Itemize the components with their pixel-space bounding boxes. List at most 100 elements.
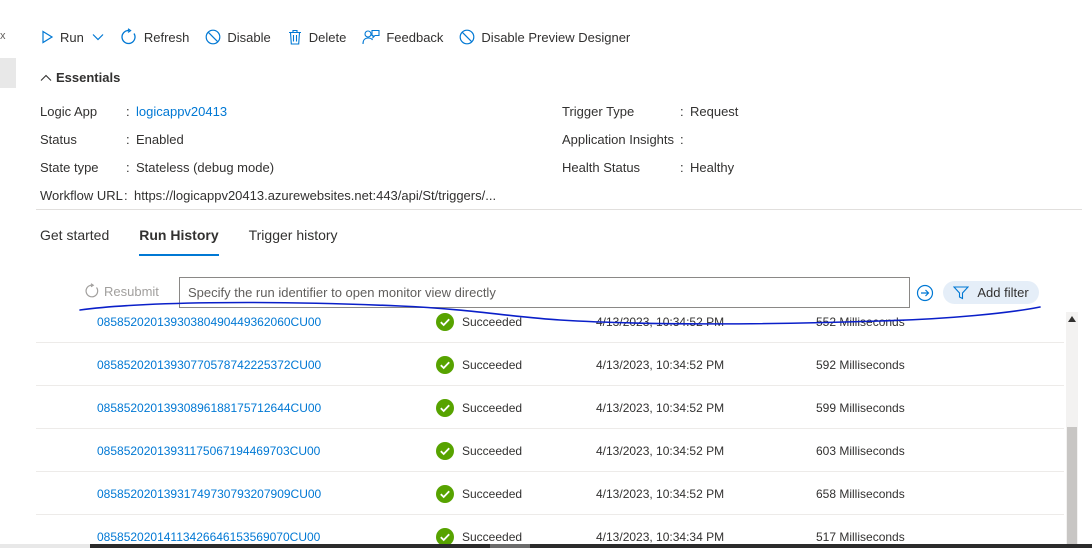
feedback-button[interactable]: Feedback bbox=[362, 24, 443, 50]
essentials-colon: : bbox=[124, 187, 128, 203]
essentials-value: Request bbox=[690, 103, 739, 119]
run-duration: 658 Milliseconds bbox=[816, 486, 905, 501]
success-check-icon bbox=[436, 312, 454, 331]
run-id-link[interactable]: 08585202013931749730793207909CU00 bbox=[97, 472, 321, 515]
table-row[interactable]: 08585202013931749730793207909CU00 Succee… bbox=[36, 472, 1064, 515]
taskbar bbox=[0, 544, 1092, 548]
add-filter-label: Add filter bbox=[977, 285, 1029, 300]
essentials-title: Essentials bbox=[56, 70, 121, 85]
disable-preview-designer-button[interactable]: Disable Preview Designer bbox=[459, 24, 630, 50]
run-id-link[interactable]: 08585202013930770578742225372CU00 bbox=[97, 343, 321, 386]
run-duration: 592 Milliseconds bbox=[816, 357, 905, 372]
resubmit-button[interactable]: Resubmit bbox=[84, 283, 159, 299]
tab-run-history[interactable]: Run History bbox=[139, 218, 219, 256]
essentials-colon: : bbox=[680, 103, 684, 119]
tab-trigger-history[interactable]: Trigger history bbox=[249, 218, 338, 252]
run-status-label: Succeeded bbox=[462, 314, 523, 329]
left-panel: x bbox=[0, 0, 18, 548]
essentials-toggle[interactable]: Essentials bbox=[40, 70, 120, 85]
filter-icon bbox=[953, 285, 970, 299]
delete-button[interactable]: Delete bbox=[287, 24, 347, 50]
run-start-time: 4/13/2023, 10:34:52 PM bbox=[596, 357, 725, 372]
navigate-arrow-icon[interactable] bbox=[916, 284, 934, 302]
essentials-label: Application Insights bbox=[562, 131, 675, 147]
run-identifier-input[interactable] bbox=[188, 285, 901, 300]
play-icon bbox=[42, 30, 54, 44]
refresh-label: Refresh bbox=[143, 29, 190, 45]
run-label: Run bbox=[60, 29, 84, 45]
taskbar-segment bbox=[0, 544, 90, 548]
disable-button[interactable]: Disable bbox=[205, 24, 271, 50]
close-icon[interactable]: x bbox=[0, 30, 6, 42]
run-id-link[interactable]: 08585202013930380490449362060CU00 bbox=[97, 310, 321, 343]
essentials-value: Stateless (debug mode) bbox=[136, 159, 275, 175]
run-status: Succeeded bbox=[436, 429, 522, 472]
essentials-row-state-type: State type : Stateless (debug mode) bbox=[40, 158, 274, 176]
trash-icon bbox=[288, 29, 301, 45]
run-status-label: Succeeded bbox=[462, 400, 523, 415]
run-status: Succeeded bbox=[436, 472, 522, 515]
refresh-icon bbox=[121, 28, 136, 45]
left-panel-selected-item[interactable] bbox=[0, 58, 16, 88]
essentials-label: Health Status bbox=[562, 159, 641, 175]
refresh-button[interactable]: Refresh bbox=[120, 24, 190, 50]
success-check-icon bbox=[436, 355, 454, 374]
essentials-value: Healthy bbox=[690, 159, 735, 175]
disable-label: Disable bbox=[227, 29, 271, 45]
disable-preview-label: Disable Preview Designer bbox=[481, 29, 631, 45]
disable-icon bbox=[205, 29, 221, 45]
resubmit-label: Resubmit bbox=[104, 283, 159, 299]
taskbar-segment bbox=[490, 544, 530, 548]
essentials-label: State type bbox=[40, 159, 99, 175]
success-check-icon bbox=[436, 398, 454, 417]
tab-bar: Get started Run History Trigger history bbox=[40, 218, 368, 256]
run-duration: 552 Milliseconds bbox=[816, 314, 905, 329]
essentials-row-trigger-type: Trigger Type : Request bbox=[562, 102, 738, 120]
run-id-link[interactable]: 08585202013930896188175712644CU00 bbox=[97, 386, 321, 429]
success-check-icon bbox=[436, 527, 454, 546]
essentials-colon: : bbox=[126, 103, 130, 119]
scroll-up-arrow-icon[interactable] bbox=[1068, 316, 1076, 322]
chevron-down-icon[interactable] bbox=[92, 33, 104, 41]
table-row[interactable]: 08585202013930770578742225372CU00 Succee… bbox=[36, 343, 1064, 386]
essentials-colon: : bbox=[680, 159, 684, 175]
run-status: Succeeded bbox=[436, 310, 522, 343]
delete-label: Delete bbox=[308, 29, 347, 45]
essentials-row-status: Status : Enabled bbox=[40, 130, 184, 148]
essentials-label: Workflow URL bbox=[40, 187, 123, 203]
run-duration: 603 Milliseconds bbox=[816, 443, 905, 458]
feedback-label: Feedback bbox=[386, 29, 444, 45]
success-check-icon bbox=[436, 441, 454, 460]
workflow-url-value: https://logicappv20413.azurewebsites.net… bbox=[134, 187, 497, 203]
essentials-colon: : bbox=[126, 159, 130, 175]
add-filter-button[interactable]: Add filter bbox=[943, 281, 1039, 304]
run-id-link[interactable]: 08585202013931175067194469703CU00 bbox=[97, 429, 320, 472]
table-row[interactable]: 08585202013931175067194469703CU00 Succee… bbox=[36, 429, 1064, 472]
essentials-divider bbox=[36, 209, 1082, 210]
run-status: Succeeded bbox=[436, 386, 522, 429]
run-status-label: Succeeded bbox=[462, 486, 523, 501]
run-duration: 599 Milliseconds bbox=[816, 400, 905, 415]
essentials-row-logic-app: Logic App : logicappv20413 bbox=[40, 102, 227, 120]
run-status-label: Succeeded bbox=[462, 357, 523, 372]
tab-get-started[interactable]: Get started bbox=[40, 218, 109, 252]
success-check-icon bbox=[436, 484, 454, 503]
scrollbar-thumb[interactable] bbox=[1067, 427, 1077, 548]
essentials-row-app-insights: Application Insights : bbox=[562, 130, 690, 148]
essentials-row-health-status: Health Status : Healthy bbox=[562, 158, 734, 176]
command-bar: Run Refresh Disable Delete Feedback Disa… bbox=[40, 24, 646, 50]
table-row[interactable]: 08585202013930380490449362060CU00 Succee… bbox=[36, 310, 1064, 343]
essentials-colon: : bbox=[126, 131, 130, 147]
essentials-value: Enabled bbox=[136, 131, 184, 147]
essentials-label: Status bbox=[40, 131, 77, 147]
feedback-icon bbox=[362, 29, 380, 45]
logic-app-link[interactable]: logicappv20413 bbox=[136, 104, 227, 119]
run-button[interactable]: Run bbox=[40, 24, 104, 50]
run-history-grid: 08585202013930380490449362060CU00 Succee… bbox=[36, 310, 1064, 548]
essentials-label: Logic App bbox=[40, 103, 98, 119]
table-row[interactable]: 08585202013930896188175712644CU00 Succee… bbox=[36, 386, 1064, 429]
run-status-label: Succeeded bbox=[462, 443, 523, 458]
refresh-icon bbox=[85, 283, 99, 298]
run-status-label: Succeeded bbox=[462, 529, 523, 544]
run-identifier-search[interactable] bbox=[179, 277, 910, 308]
